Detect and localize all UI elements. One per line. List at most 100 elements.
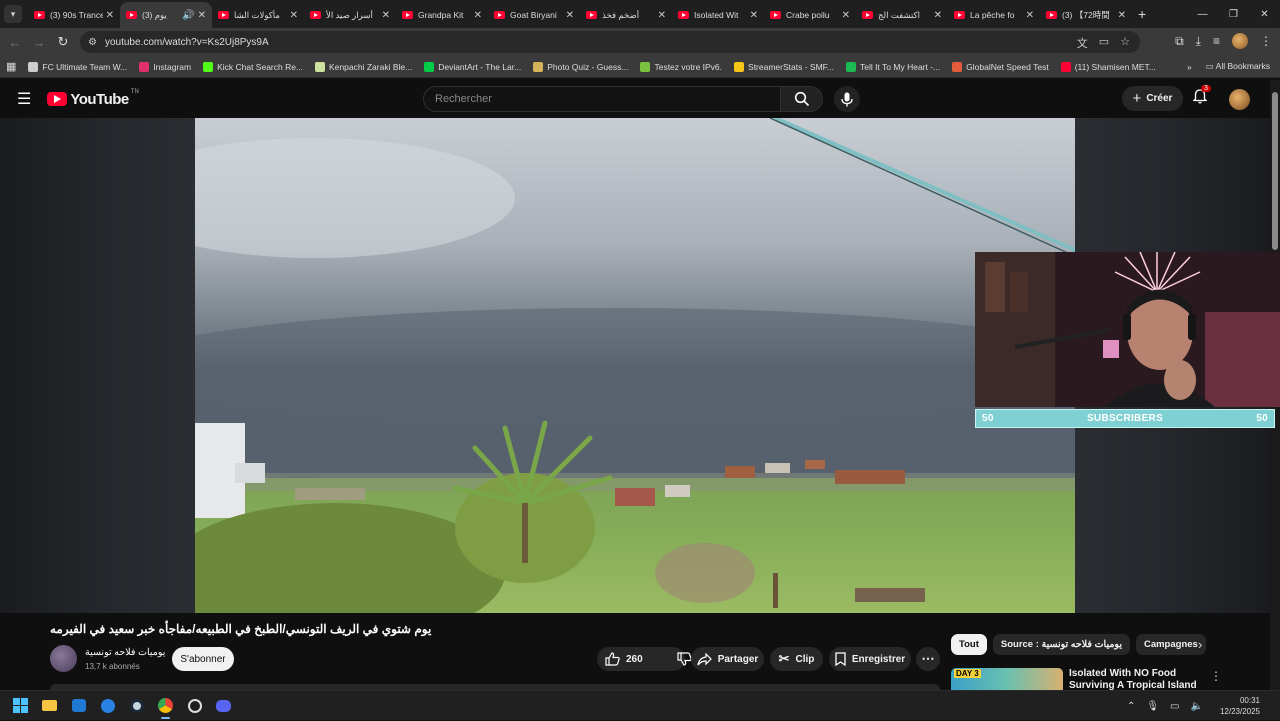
chrome-taskbar-icon[interactable]	[151, 692, 180, 720]
account-avatar[interactable]	[1229, 89, 1250, 110]
browser-tab[interactable]: مأكولات الشا ✕	[212, 2, 304, 28]
start-button[interactable]	[6, 692, 35, 720]
create-button[interactable]: + Créer	[1122, 86, 1183, 111]
share-button[interactable]: Partager	[691, 647, 764, 671]
chip-all[interactable]: Tout	[951, 634, 987, 655]
channel-name[interactable]: يوميات فلاحه تونسية	[85, 647, 165, 658]
translate-icon[interactable]: 文	[1077, 35, 1088, 51]
volume-icon[interactable]: 🔈	[1191, 701, 1203, 712]
back-button[interactable]: ←	[3, 35, 27, 50]
all-bookmarks-folder[interactable]: ▭ All Bookmarks	[1206, 61, 1270, 72]
profile-avatar[interactable]	[1232, 33, 1248, 49]
bookmark-item[interactable]: StreamerStats - SMF...	[734, 61, 834, 72]
subscribe-button[interactable]: S'abonner	[172, 647, 234, 671]
microphone-tray-icon[interactable]: 🎙	[1146, 701, 1159, 712]
speaker-icon[interactable]: 🔊	[182, 10, 194, 21]
close-tab-icon[interactable]: ✕	[106, 10, 114, 21]
bookmark-item[interactable]: Instagram	[139, 61, 191, 72]
bookmark-item[interactable]: Photo Quiz - Guess...	[533, 61, 628, 72]
browser-tab[interactable]: (3) 90s Trance ✕	[28, 2, 120, 28]
browser-tab[interactable]: أسرار صيد الأ ✕	[304, 2, 396, 28]
browser-tab[interactable]: Crabe poilu ✕	[764, 2, 856, 28]
bookmarks-overflow-icon[interactable]: »	[1187, 62, 1192, 72]
media-controls-icon[interactable]: ≡	[1213, 34, 1220, 48]
recommended-title[interactable]: Isolated With NO Food Surviving A Tropic…	[1069, 668, 1207, 690]
bookmark-item[interactable]: FC Ultimate Team W...	[28, 61, 127, 72]
browser-tab[interactable]: (3) يوم 🔊 ✕	[120, 2, 212, 28]
browser-tab[interactable]: La pêche fo ✕	[948, 2, 1040, 28]
search-button[interactable]	[781, 86, 823, 112]
steam-icon[interactable]	[122, 692, 151, 720]
bookmark-item[interactable]: GlobalNet Speed Test	[952, 61, 1049, 72]
omnibox-actions: 文 ▭ ☆	[1077, 35, 1130, 51]
notifications-button[interactable]: 3	[1192, 85, 1211, 107]
close-tab-icon[interactable]: ✕	[1026, 10, 1034, 21]
video-frame[interactable]	[195, 118, 1075, 613]
browser-tab[interactable]: اكتشفت الج ✕	[856, 2, 948, 28]
clock[interactable]: 00:31 12/23/2025	[1220, 695, 1260, 717]
close-tab-icon[interactable]: ✕	[1118, 10, 1126, 21]
minimize-button[interactable]: —	[1187, 0, 1218, 28]
bookmark-item[interactable]: Kenpachi Zaraki Ble...	[315, 61, 412, 72]
bookmark-item[interactable]: Testez votre IPv6.	[640, 61, 722, 72]
site-info-icon[interactable]: ⚙	[88, 37, 97, 48]
close-tab-icon[interactable]: ✕	[750, 10, 758, 21]
close-tab-icon[interactable]: ✕	[382, 10, 390, 21]
close-window-button[interactable]: ✕	[1249, 0, 1280, 28]
close-tab-icon[interactable]: ✕	[474, 10, 482, 21]
save-button[interactable]: Enregistrer	[829, 647, 911, 671]
tab-search-button[interactable]: ▾	[4, 5, 22, 23]
discord-icon[interactable]	[209, 692, 238, 720]
recommended-thumbnail[interactable]: DAY 3	[951, 668, 1063, 690]
close-tab-icon[interactable]: ✕	[658, 10, 666, 21]
network-icon[interactable]: ▭	[1170, 701, 1179, 712]
voice-search-button[interactable]	[834, 86, 860, 112]
browser-tab[interactable]: Isolated Wit ✕	[672, 2, 764, 28]
browser-menu-icon[interactable]: ⋮	[1260, 34, 1272, 48]
apps-grid-icon[interactable]: ▦	[6, 60, 16, 73]
bookmark-item[interactable]: Tell It To My Heart -...	[846, 61, 940, 72]
bookmark-item[interactable]: DeviantArt - The Lar...	[424, 61, 521, 72]
cast-icon[interactable]: ▭	[1099, 35, 1109, 51]
chevron-right-icon[interactable]: ›	[1198, 637, 1202, 652]
tab-title: (3) 【72時間	[1062, 10, 1110, 20]
bookmark-star-icon[interactable]: ☆	[1120, 35, 1130, 51]
browser-tab[interactable]: (3) 【72時間 ✕	[1040, 2, 1132, 28]
browser-tab[interactable]: Goat Biryani ✕	[488, 2, 580, 28]
extensions-icon[interactable]: ⧉	[1175, 34, 1184, 49]
outlook-icon[interactable]	[64, 692, 93, 720]
tray-overflow-icon[interactable]: ⌃	[1127, 701, 1135, 712]
reload-button[interactable]: ↻	[51, 34, 75, 50]
obs-icon[interactable]	[180, 692, 209, 720]
bookmark-item[interactable]: (11) Shamisen MET...	[1060, 61, 1156, 72]
bookmark-favicon-icon	[139, 61, 150, 72]
browser-tab[interactable]: أضخم فخذ ✕	[580, 2, 672, 28]
close-tab-icon[interactable]: ✕	[842, 10, 850, 21]
scrollbar-thumb[interactable]	[1272, 92, 1278, 250]
file-explorer-icon[interactable]	[35, 692, 64, 720]
maximize-button[interactable]: ❐	[1218, 0, 1249, 28]
guide-menu-icon[interactable]: ☰	[17, 89, 31, 109]
bookmark-item[interactable]: Kick Chat Search Re...	[203, 61, 303, 72]
forward-button[interactable]: →	[27, 35, 51, 50]
new-tab-button[interactable]: +	[1138, 6, 1146, 22]
chip-campaigns[interactable]: Campagnes	[1135, 634, 1206, 655]
channel-avatar[interactable]	[50, 645, 77, 672]
omnibox[interactable]: ⚙ youtube.com/watch?v=Ks2Uj8Pys9A	[80, 31, 1140, 53]
browser-tab[interactable]: Grandpa Kit ✕	[396, 2, 488, 28]
clip-button[interactable]: ✂ Clip	[770, 647, 823, 671]
more-actions-button[interactable]: ⋯	[916, 647, 940, 671]
downloads-icon[interactable]: ⤓	[1196, 34, 1201, 49]
ea-app-icon[interactable]	[93, 692, 122, 720]
like-button[interactable]: 260	[605, 652, 643, 666]
close-tab-icon[interactable]: ✕	[934, 10, 942, 21]
close-tab-icon[interactable]: ✕	[566, 10, 574, 21]
close-tab-icon[interactable]: ✕	[198, 10, 206, 21]
bookmark-favicon-icon	[203, 61, 214, 72]
recommended-more-icon[interactable]: ⋮	[1210, 669, 1222, 683]
close-tab-icon[interactable]: ✕	[290, 10, 298, 21]
youtube-logo[interactable]: YouTube TN	[47, 89, 139, 108]
chip-source[interactable]: Source : يوميات فلاحه تونسية	[992, 634, 1130, 655]
search-input[interactable]: Rechercher	[423, 86, 781, 112]
dislike-button[interactable]	[677, 652, 692, 666]
